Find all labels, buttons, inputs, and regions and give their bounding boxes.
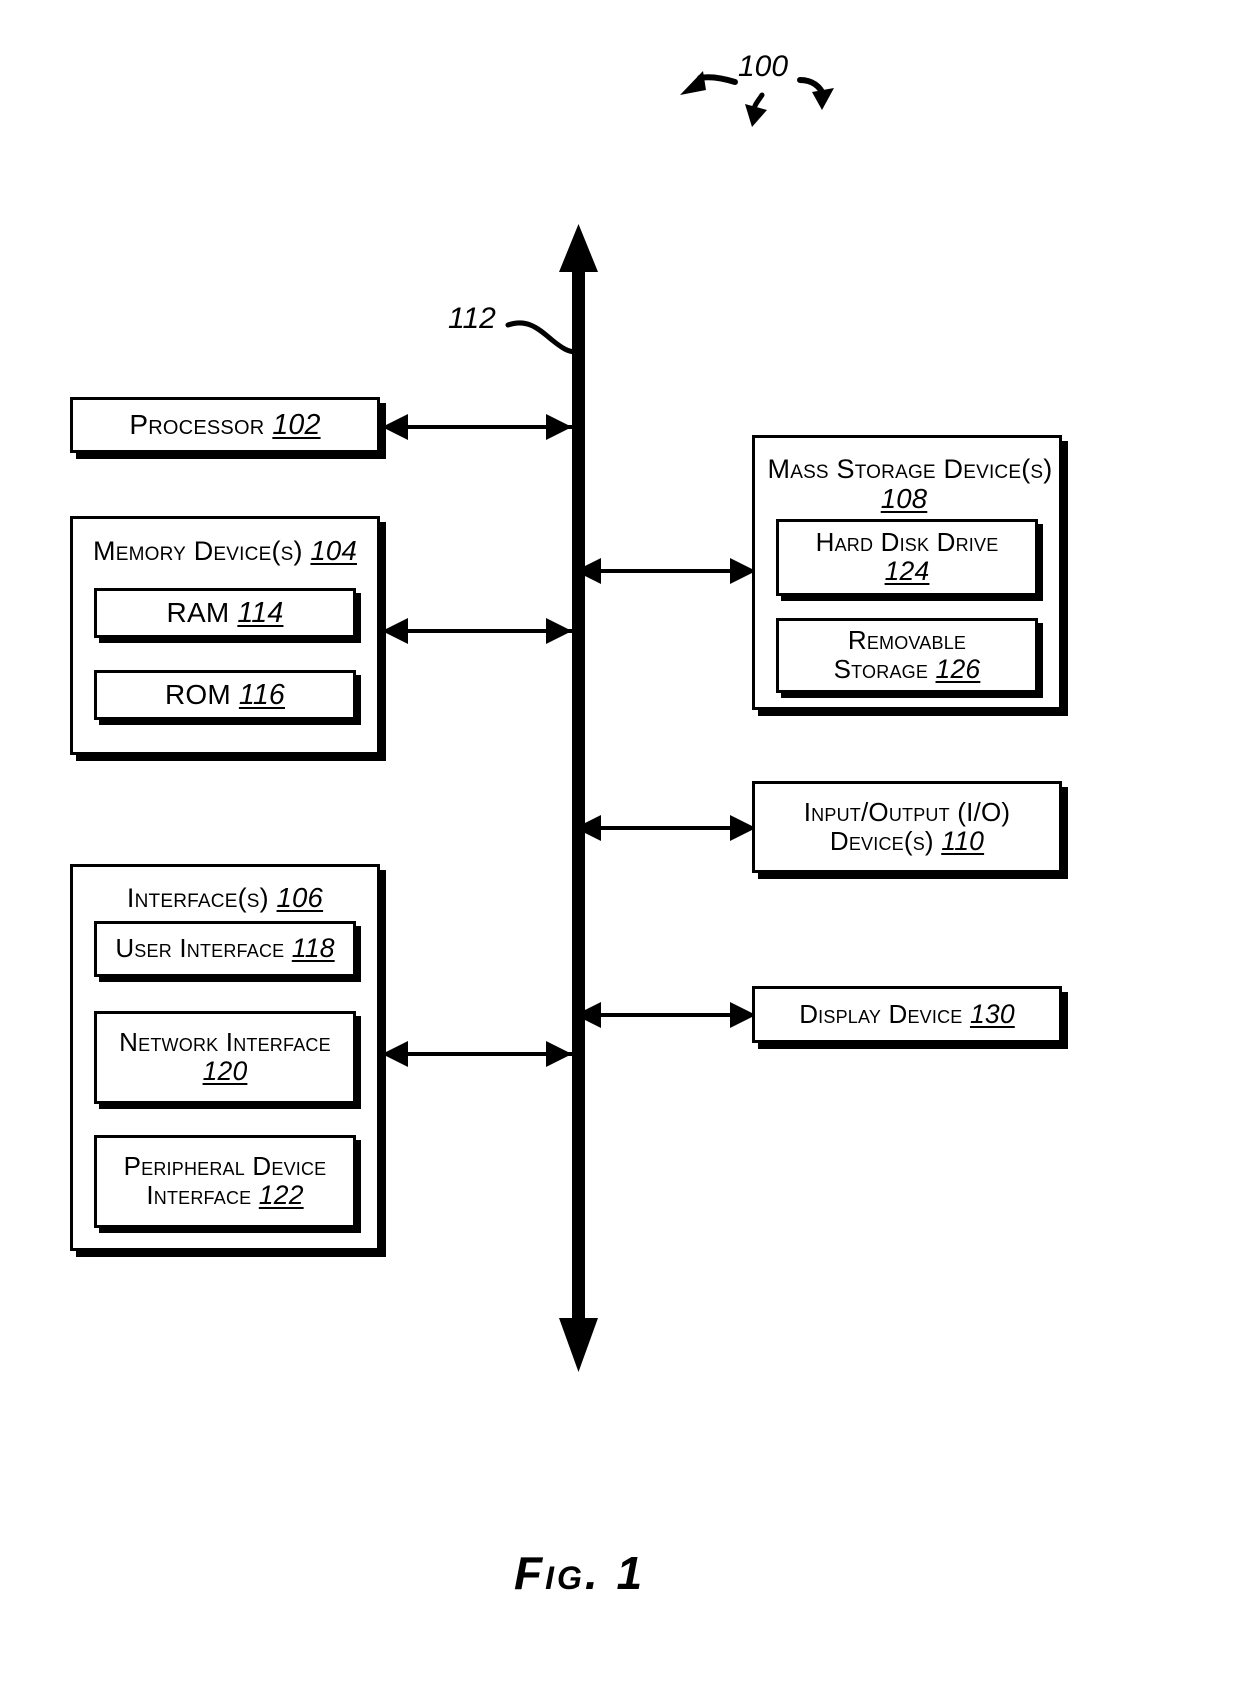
block-removable-storage: Removable Storage 126 (776, 618, 1038, 693)
block-processor: Processor 102 (70, 397, 380, 453)
figure-caption: Fig. 1 (514, 1547, 646, 1599)
block-peripheral-device-interface-label: Peripheral Device Interface 122 (123, 1151, 327, 1211)
block-processor-ref: 102 (272, 409, 321, 441)
block-network-interface-label: Network Interface 120 (119, 1027, 331, 1087)
block-display-device-ref: 130 (969, 998, 1015, 1029)
block-memory-devices-title: Memory Device(s) 104 (93, 535, 357, 566)
block-network-interface: Network Interface 120 (94, 1011, 356, 1104)
block-mass-storage-devices-title: Mass Storage Device(s) 108 (767, 454, 1053, 515)
block-memory-devices-ref: 104 (310, 535, 357, 566)
block-rom-label: ROM 116 (164, 679, 286, 711)
system-bus-112 (559, 224, 598, 1372)
patent-figure-1: 100 112 Processor 102 Memory Device(s) 1… (0, 0, 1240, 1695)
block-hard-disk-drive: Hard Disk Drive 124 (776, 519, 1038, 596)
block-network-interface-ref: 120 (202, 1056, 248, 1087)
block-interfaces-title: Interface(s) 106 (126, 882, 324, 913)
block-interfaces-ref: 106 (276, 882, 324, 913)
block-processor-label: Processor 102 (129, 409, 321, 441)
block-removable-storage-label: Removable Storage 126 (833, 625, 981, 685)
callout-112-leader (505, 320, 579, 355)
block-io-devices-label: Input/Output (I/O) Device(s) 110 (803, 796, 1011, 856)
callout-100-center-arrow (745, 92, 767, 127)
block-user-interface-ref: 118 (291, 933, 335, 964)
block-peripheral-device-interface: Peripheral Device Interface 122 (94, 1135, 356, 1228)
block-display-device: Display Device 130 (752, 986, 1062, 1043)
block-hard-disk-drive-ref: 124 (884, 556, 930, 587)
block-ram-ref: 114 (237, 597, 284, 629)
block-io-devices: Input/Output (I/O) Device(s) 110 (752, 781, 1062, 873)
block-hard-disk-drive-label: Hard Disk Drive 124 (815, 527, 999, 587)
block-user-interface: User Interface 118 (94, 921, 356, 977)
bus-callout-112: 112 (448, 302, 496, 335)
callout-100-right-arrow (797, 77, 834, 110)
block-ram-label: RAM 114 (166, 597, 284, 629)
block-display-device-label: Display Device 130 (799, 998, 1015, 1029)
system-callout-100: 100 (738, 50, 789, 83)
block-rom-ref: 116 (238, 679, 286, 711)
block-rom: ROM 116 (94, 670, 356, 720)
block-ram: RAM 114 (94, 588, 356, 638)
block-mass-storage-devices-ref: 108 (880, 483, 928, 515)
block-user-interface-label: User Interface 118 (115, 933, 335, 964)
callout-100-left-arrow (680, 71, 738, 95)
